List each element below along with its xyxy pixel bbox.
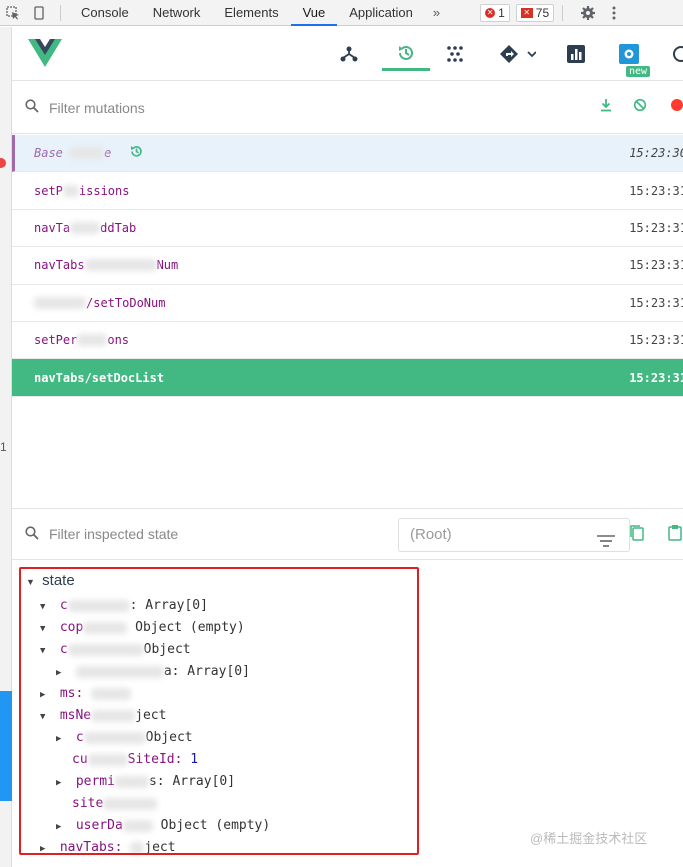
mutation-timestamp: 15:23:31 bbox=[629, 295, 683, 310]
performance-chart-icon[interactable] bbox=[559, 37, 593, 71]
vue-devtools-header: new bbox=[12, 27, 683, 81]
search-icon bbox=[25, 99, 39, 116]
tab-console[interactable]: Console bbox=[69, 0, 141, 26]
mutation-timestamp: 15:23:31 bbox=[629, 333, 683, 348]
device-toolbar-icon[interactable] bbox=[26, 0, 52, 26]
vuex-history-icon[interactable] bbox=[382, 37, 430, 71]
toolbar-divider bbox=[562, 4, 564, 21]
time-travel-icon[interactable] bbox=[129, 144, 144, 162]
redacted-text bbox=[70, 147, 105, 160]
events-icon[interactable] bbox=[438, 37, 472, 71]
state-filter-input[interactable]: Filter inspected state bbox=[49, 526, 178, 542]
paste-icon[interactable] bbox=[668, 525, 682, 544]
kebab-menu-icon[interactable] bbox=[601, 0, 627, 26]
devtools-toolbar: Console Network Elements Vue Application… bbox=[0, 0, 683, 26]
mutation-timestamp: 15:23:31 bbox=[629, 183, 683, 198]
page-sidebar-highlight bbox=[0, 691, 12, 801]
new-badge: new bbox=[626, 66, 651, 77]
mutation-row[interactable]: setPer ons 15:23:31 bbox=[12, 322, 683, 360]
mutation-list: Base e 15:23:30 setP issions 15:23:31 nav… bbox=[12, 135, 683, 397]
state-filter-bar: Filter inspected state (Root) bbox=[12, 508, 683, 560]
more-tabs-button[interactable]: » bbox=[425, 5, 448, 20]
vue-logo-icon bbox=[28, 39, 62, 72]
mutation-filter-bar: Filter mutations bbox=[12, 82, 683, 134]
routing-icon[interactable] bbox=[494, 37, 542, 71]
page-gutter: 1 bbox=[0, 27, 12, 867]
mutation-row[interactable]: setP issions 15:23:31 bbox=[12, 172, 683, 210]
redacted-text bbox=[84, 259, 157, 272]
line-number: 1 bbox=[0, 440, 7, 454]
notification-dot bbox=[0, 158, 6, 168]
clear-log-icon[interactable] bbox=[633, 98, 647, 115]
tab-application[interactable]: Application bbox=[337, 0, 425, 26]
mutation-timestamp: 15:23:30 bbox=[629, 146, 683, 161]
warning-count-badge[interactable]: ✕ 75 bbox=[515, 3, 555, 22]
tab-vue[interactable]: Vue bbox=[290, 0, 338, 26]
copy-icon[interactable] bbox=[630, 525, 644, 544]
redacted-text bbox=[77, 334, 108, 347]
highlight-annotation-box bbox=[19, 567, 419, 855]
tab-elements[interactable]: Elements bbox=[212, 0, 290, 26]
warning-count: 75 bbox=[535, 5, 550, 20]
components-icon[interactable] bbox=[332, 37, 366, 71]
mutation-row[interactable]: navTabs Num 15:23:31 bbox=[12, 247, 683, 285]
warning-icon: ✕ bbox=[520, 7, 533, 18]
redacted-text bbox=[62, 184, 79, 197]
mutation-row[interactable]: /setToDoNum 15:23:31 bbox=[12, 285, 683, 322]
root-selector[interactable]: (Root) bbox=[398, 518, 630, 552]
tab-network[interactable]: Network bbox=[141, 0, 213, 26]
mutation-row-selected[interactable]: navTabs/setDocList 15:23:31 bbox=[12, 359, 683, 397]
search-icon bbox=[25, 525, 39, 543]
record-icon[interactable] bbox=[667, 98, 683, 115]
mutation-timestamp: 15:23:31 bbox=[629, 370, 683, 385]
error-count: 1 bbox=[498, 5, 505, 20]
mutation-row-base-state[interactable]: Base e 15:23:30 bbox=[12, 135, 683, 173]
mutation-timestamp: 15:23:31 bbox=[629, 258, 683, 273]
gear-icon[interactable] bbox=[575, 0, 601, 26]
mutation-filter-input[interactable]: Filter mutations bbox=[49, 100, 145, 116]
commit-all-icon[interactable] bbox=[599, 98, 613, 115]
toolbar-divider bbox=[60, 4, 61, 21]
filter-lines-icon bbox=[597, 528, 615, 560]
inspect-element-icon[interactable] bbox=[0, 0, 26, 26]
error-icon: ✕ bbox=[485, 7, 496, 18]
redacted-text bbox=[70, 221, 101, 234]
search-icon[interactable] bbox=[664, 37, 683, 71]
root-selector-value: (Root) bbox=[410, 526, 452, 543]
mutation-timestamp: 15:23:31 bbox=[629, 220, 683, 235]
mutation-row[interactable]: navTa ddTab 15:23:31 bbox=[12, 210, 683, 248]
error-count-badge[interactable]: ✕ 1 bbox=[480, 3, 510, 22]
redacted-text bbox=[34, 296, 86, 309]
watermark: @稀土掘金技术社区 bbox=[530, 831, 648, 846]
